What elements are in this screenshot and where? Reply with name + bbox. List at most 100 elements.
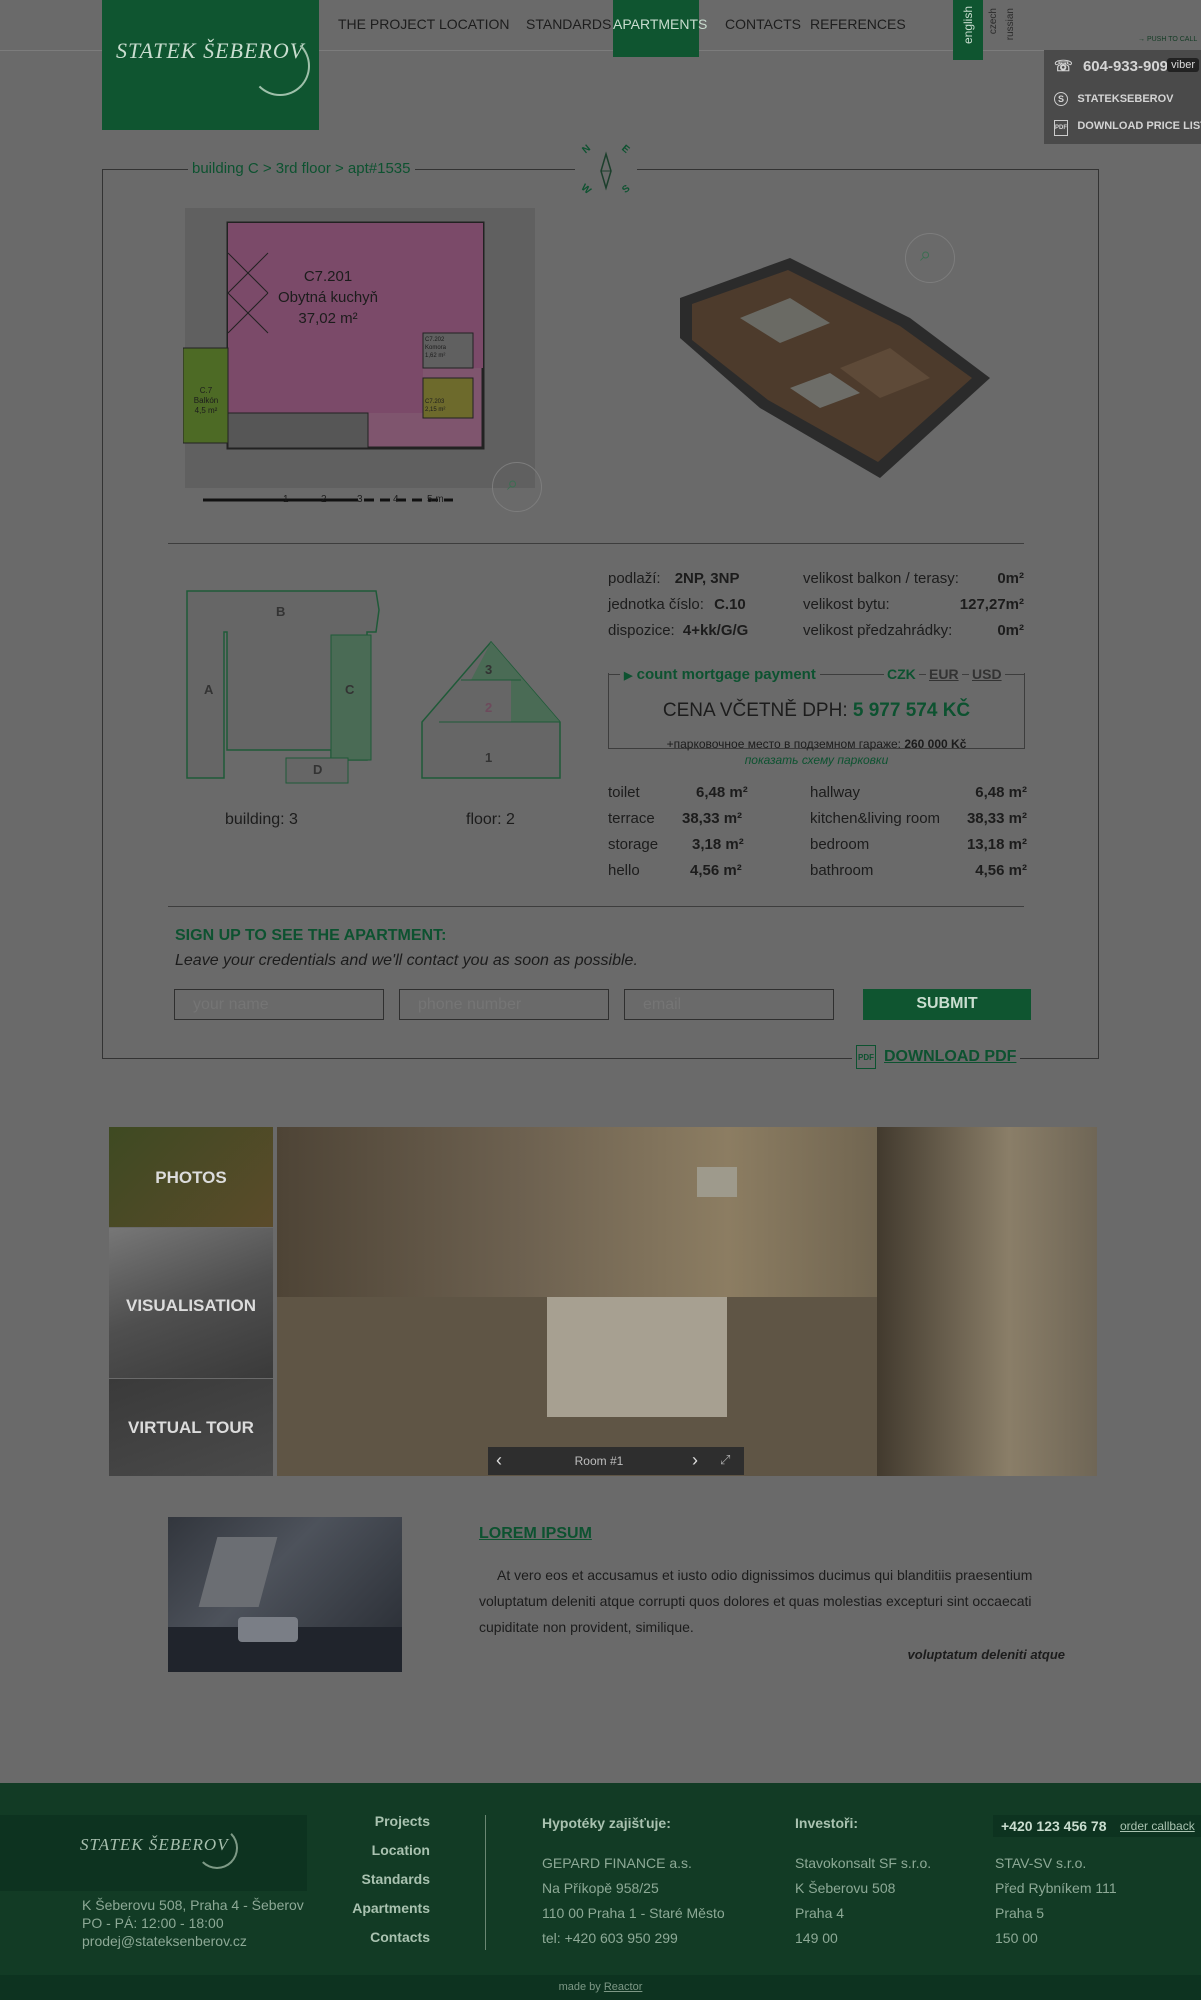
zoom-floorplan-icon[interactable] [492, 462, 542, 512]
footer-phone-bar: +420 123 456 78 order callback [993, 1815, 1201, 1837]
article-body: At vero eos et accusamus et iusto odio d… [479, 1567, 1033, 1635]
download-pdf-label: DOWNLOAD PDF [884, 1048, 1017, 1066]
investor1-line: Praha 4 [795, 1905, 845, 1921]
floor-1: 1 [485, 750, 493, 765]
footer-bottom: made by Reactor [0, 1975, 1201, 2000]
room-row: toilet 6,48 m² [608, 784, 753, 801]
room-small1-name: Komora [425, 345, 447, 351]
footer-phone[interactable]: +420 123 456 78 [1001, 1818, 1107, 1834]
footer-link-apartments[interactable]: Apartments [352, 1900, 430, 1916]
scale-4: 4 [393, 494, 399, 505]
lang-czech[interactable]: czech [988, 8, 999, 34]
price-value: 5 977 574 KČ [852, 700, 971, 721]
download-pdf-link[interactable]: PDF DOWNLOAD PDF [852, 1045, 1021, 1069]
tab-visualisation[interactable]: VISUALISATION [109, 1228, 273, 1378]
footer-link-contacts[interactable]: Contacts [370, 1929, 430, 1945]
order-callback-link[interactable]: order callback [1120, 1819, 1195, 1833]
price-list-row[interactable]: PDF DOWNLOAD PRICE LIST [1054, 118, 1201, 136]
detail-bytu: velikost bytu: 127,27m² [803, 596, 1024, 613]
price-list-label: DOWNLOAD PRICE LIST [1077, 120, 1201, 132]
investor2-line: 150 00 [995, 1930, 1038, 1946]
footer-link-location[interactable]: Location [372, 1842, 430, 1858]
currency-czk[interactable]: CZK [884, 666, 919, 682]
nav-apartments[interactable]: APARTMENTS [613, 0, 707, 57]
phone-row[interactable]: ☏ 604-933-909 [1054, 57, 1168, 75]
bytu-label: velikost bytu: [803, 596, 890, 613]
footer-link-standards[interactable]: Standards [362, 1871, 430, 1887]
room-row: kitchen&living room 38,33 m² [810, 810, 1027, 827]
zoom-3d-icon[interactable] [905, 233, 955, 283]
building-map[interactable]: A B C D [186, 590, 381, 790]
tab-photos[interactable]: PHOTOS [109, 1127, 273, 1227]
footer-hours: PO - PÁ: 12:00 - 18:00 [82, 1915, 224, 1931]
floor-plan[interactable]: C7.201 Obytná kuchyň 37,02 m² C.7 Balkón… [182, 208, 538, 518]
breadcrumb: building C > 3rd floor > apt#1535 [188, 160, 415, 177]
jednotka-value: C.10 [714, 596, 746, 613]
push-to-call[interactable]: → PUSH TO CALL [1138, 36, 1197, 43]
price-label: CENA VČETNĚ DPH: [662, 700, 848, 721]
investor1-line: 149 00 [795, 1930, 838, 1946]
phone-icon: ☏ [1054, 58, 1073, 75]
building-b: B [276, 604, 286, 619]
footer-divider [485, 1815, 486, 1950]
article-signature: voluptatum deleniti atque [907, 1647, 1065, 1662]
nav-contacts[interactable]: CONTACTS [725, 16, 801, 32]
skype-row[interactable]: S STATEKSEBEROV [1054, 91, 1174, 106]
balcony-code: C.7 [199, 386, 213, 395]
phone-input[interactable] [399, 989, 609, 1020]
building-c: C [345, 682, 355, 697]
room-row: bathroom 4,56 m² [810, 862, 1027, 879]
price-line: CENA VČETNĚ DPH: 5 977 574 KČ [608, 700, 1025, 722]
article-title[interactable]: LOREM IPSUM [479, 1525, 592, 1543]
mortgage-line: 110 00 Praha 1 - Staré Město [542, 1905, 725, 1921]
room-row: bedroom 13,18 m² [810, 836, 1027, 853]
lang-russian[interactable]: russian [1005, 8, 1016, 40]
submit-button[interactable]: SUBMIT [863, 989, 1031, 1020]
next-arrow-icon[interactable]: › [692, 1450, 698, 1471]
bytu-value: 127,27m² [959, 596, 1024, 613]
lang-english[interactable]: english [953, 0, 983, 60]
fullscreen-icon[interactable]: ⤢ [720, 1452, 730, 1468]
gallery-main-image[interactable] [277, 1127, 1097, 1476]
mortgage-link[interactable]: ▶ count mortgage payment [620, 666, 820, 683]
nav-the-project[interactable]: THE PROJECT [338, 16, 435, 32]
nav-standards[interactable]: STANDARDS [526, 16, 611, 32]
detail-jednotka: jednotka číslo: C.10 [608, 596, 746, 613]
tab-virtual-tour[interactable]: VIRTUAL TOUR [109, 1379, 273, 1476]
compass-icon: N E S W [575, 140, 637, 202]
floor-map[interactable]: 3 2 1 [421, 640, 561, 780]
pdf-file-icon: PDF [856, 1045, 876, 1069]
lang-english-label: english [961, 6, 975, 45]
made-by-link[interactable]: Reactor [604, 1981, 643, 1993]
gallery-tabs: PHOTOS VISUALISATION VIRTUAL TOUR [109, 1127, 273, 1476]
article-image [168, 1517, 402, 1672]
room-area: 6,48 m² [975, 784, 1027, 801]
room-area: 3,18 m² [692, 836, 744, 853]
viber-badge[interactable]: viber [1167, 58, 1199, 72]
room-row: hello 4,56 m² [608, 862, 753, 879]
currency-eur[interactable]: EUR [926, 666, 962, 682]
apartment-3d-view[interactable] [680, 258, 990, 478]
mortgage-label: count mortgage payment [636, 666, 816, 683]
jednotka-label: jednotka číslo: [608, 596, 704, 613]
investor2-line: Praha 5 [995, 1905, 1045, 1921]
footer-email[interactable]: prodej@stateksenberov.cz [82, 1933, 247, 1949]
nav-references[interactable]: REFERENCES [810, 16, 906, 32]
building-label: building: 3 [225, 811, 298, 828]
divider-top [168, 543, 1024, 544]
name-input[interactable] [174, 989, 384, 1020]
parking-value: 260 000 Kč [904, 737, 967, 751]
scale-5: 5 m [427, 494, 444, 505]
currency-usd[interactable]: USD [969, 666, 1005, 682]
room-small1-code: C7.202 [425, 337, 445, 343]
parking-scheme-link[interactable]: показать схему парковки [608, 753, 1025, 767]
nav-location[interactable]: LOCATION [439, 16, 510, 32]
scale-3: 3 [357, 494, 363, 505]
made-by-text: made by [558, 1981, 601, 1993]
email-input[interactable] [624, 989, 834, 1020]
footer-logo[interactable]: STATEK ŠEBEROV [0, 1815, 307, 1891]
footer-link-projects[interactable]: Projects [375, 1813, 430, 1829]
investor1-line: Stavokonsalt SF s.r.o. [795, 1855, 932, 1871]
podlazi-value: 2NP, 3NP [674, 570, 740, 587]
signup-heading: SIGN UP TO SEE THE APARTMENT: [175, 927, 447, 944]
